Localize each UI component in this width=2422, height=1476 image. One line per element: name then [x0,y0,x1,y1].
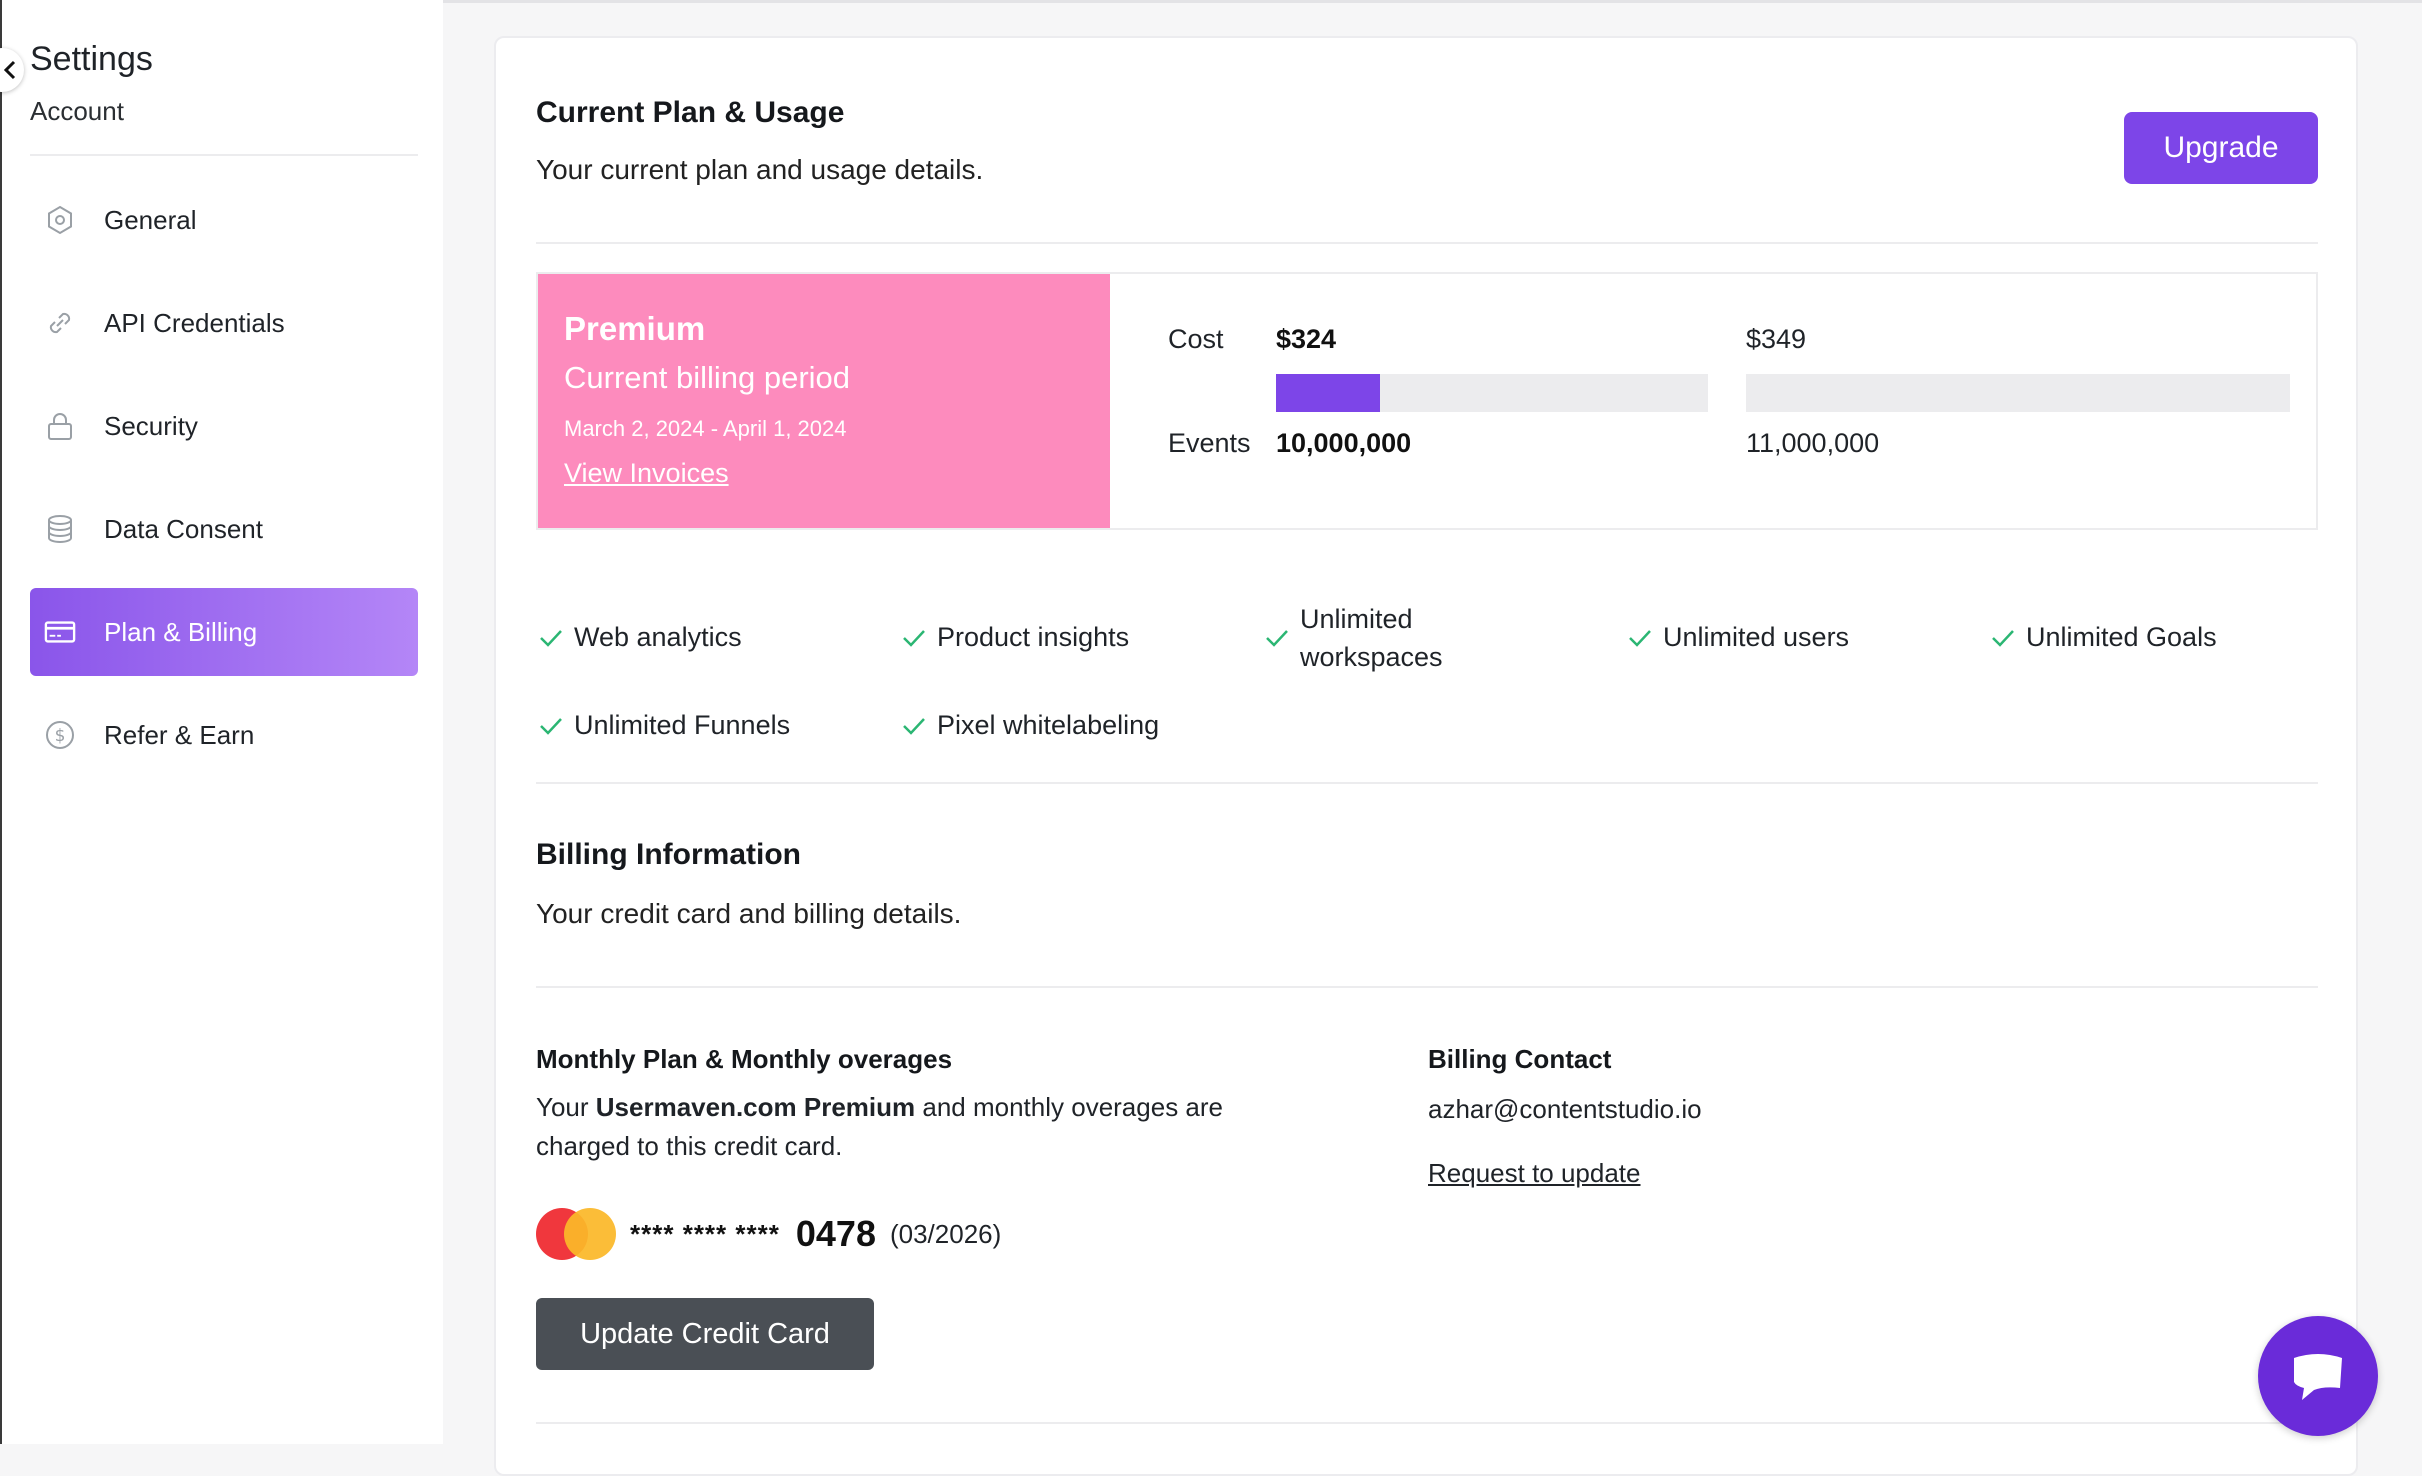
sidebar-item-data-consent[interactable]: Data Consent [30,485,418,573]
request-update-link[interactable]: Request to update [1428,1158,1641,1189]
dollar-circle-icon: $ [44,719,76,751]
feature-label: Web analytics [574,622,742,652]
usage-progress-bar [1276,374,1708,412]
sidebar-nav: General API Credentials Security Data Co… [30,176,418,794]
feature-label: Unlimited workspaces [1300,604,1443,672]
section-divider [536,782,2318,784]
billing-info-subtitle: Your credit card and billing details. [536,898,962,929]
check-icon [540,718,562,735]
feature-item: Pixel whitelabeling [899,706,1159,744]
billing-period-dates: March 2, 2024 - April 1, 2024 [564,416,847,441]
feature-item: Web analytics [536,618,742,656]
database-icon [44,513,76,545]
sidebar-item-label: Plan & Billing [104,616,258,647]
usage-limit-bar [1746,374,2290,412]
feature-item: Unlimited workspaces [1262,604,1482,676]
feature-label: Unlimited Funnels [574,710,791,740]
sidebar-subtitle: Account [30,96,124,126]
section-divider [536,1422,2318,1424]
sidebar-item-label: Security [104,410,198,441]
cost-label: Cost [1168,324,1224,354]
cost-limit: $349 [1746,324,1807,354]
plan-card: Premium Current billing period March 2, … [538,274,1110,528]
card-expiry: (03/2026) [889,1218,1002,1249]
billing-contact-title: Billing Contact [1428,1044,1612,1074]
sidebar-divider [30,154,418,156]
settings-sidebar: Settings Account General API Credentials… [0,0,443,1444]
check-icon [903,630,925,647]
svg-text:$: $ [55,726,66,746]
sidebar-item-label: Refer & Earn [104,719,255,750]
billing-info-title: Billing Information [536,838,801,871]
feature-label: Unlimited Goals [2026,622,2217,652]
plan-product-name: Usermaven.com Premium [595,1092,916,1122]
sidebar-item-security[interactable]: Security [30,382,418,470]
card-last-four: 0478 [795,1213,876,1254]
section-divider [536,242,2318,244]
check-icon [1266,630,1288,647]
billing-period-label: Current billing period [564,360,851,395]
description-prefix: Your [536,1092,596,1122]
feature-item: Unlimited Goals [1988,618,2217,656]
billing-contact-email: azhar@contentstudio.io [1428,1094,1702,1124]
sidebar-item-label: API Credentials [104,307,285,338]
link-icon [44,307,76,339]
check-icon [540,630,562,647]
hexagon-settings-icon [44,204,76,236]
sidebar-item-refer-earn[interactable]: $ Refer & Earn [30,691,418,779]
monthly-plan-title: Monthly Plan & Monthly overages [536,1044,953,1074]
plan-name: Premium [564,310,706,347]
feature-label: Product insights [937,622,1130,652]
chat-bubble-icon [2294,1354,2342,1400]
monthly-plan-description: Your Usermaven.com Premium and monthly o… [536,1088,1226,1166]
plan-usage-subtitle: Your current plan and usage details. [536,154,984,185]
mastercard-icon [536,1208,616,1260]
feature-label: Pixel whitelabeling [937,710,1160,740]
usage-progress-fill [1276,374,1380,412]
update-credit-card-button[interactable]: Update Credit Card [536,1298,874,1370]
credit-card-icon [44,616,76,648]
check-icon [903,718,925,735]
sidebar-item-plan-billing[interactable]: Plan & Billing [30,588,418,676]
feature-label: Unlimited users [1663,622,1850,652]
sidebar-item-label: Data Consent [104,513,263,544]
sidebar-item-label: General [104,204,197,235]
section-divider [536,986,2318,988]
check-icon [1992,630,2014,647]
cost-value: $324 [1276,324,1337,354]
feature-item: Unlimited Funnels [536,706,790,744]
view-invoices-link[interactable]: View Invoices [564,458,729,489]
credit-card-summary: **** **** **** 0478 (03/2026) [536,1208,1001,1260]
lock-icon [44,410,76,442]
sidebar-item-api-credentials[interactable]: API Credentials [30,279,418,367]
events-limit: 11,000,000 [1746,428,1880,458]
sidebar-title: Settings [30,40,153,78]
plan-summary-box: Premium Current billing period March 2, … [536,272,2318,530]
collapse-sidebar-button[interactable] [0,48,24,92]
card-number-mask: **** **** **** [630,1218,780,1249]
chevron-left-icon [3,60,16,80]
events-value: 10,000,000 [1276,428,1412,458]
check-icon [1629,630,1651,647]
sidebar-item-general[interactable]: General [30,176,418,264]
feature-item: Product insights [899,618,1129,656]
plan-usage-title: Current Plan & Usage [536,96,845,129]
feature-item: Unlimited users [1625,618,1849,656]
plan-billing-card: Current Plan & Usage Your current plan a… [494,36,2358,1476]
upgrade-button[interactable]: Upgrade [2124,112,2318,184]
chat-widget-button[interactable] [2258,1316,2378,1436]
events-label: Events [1168,428,1251,458]
